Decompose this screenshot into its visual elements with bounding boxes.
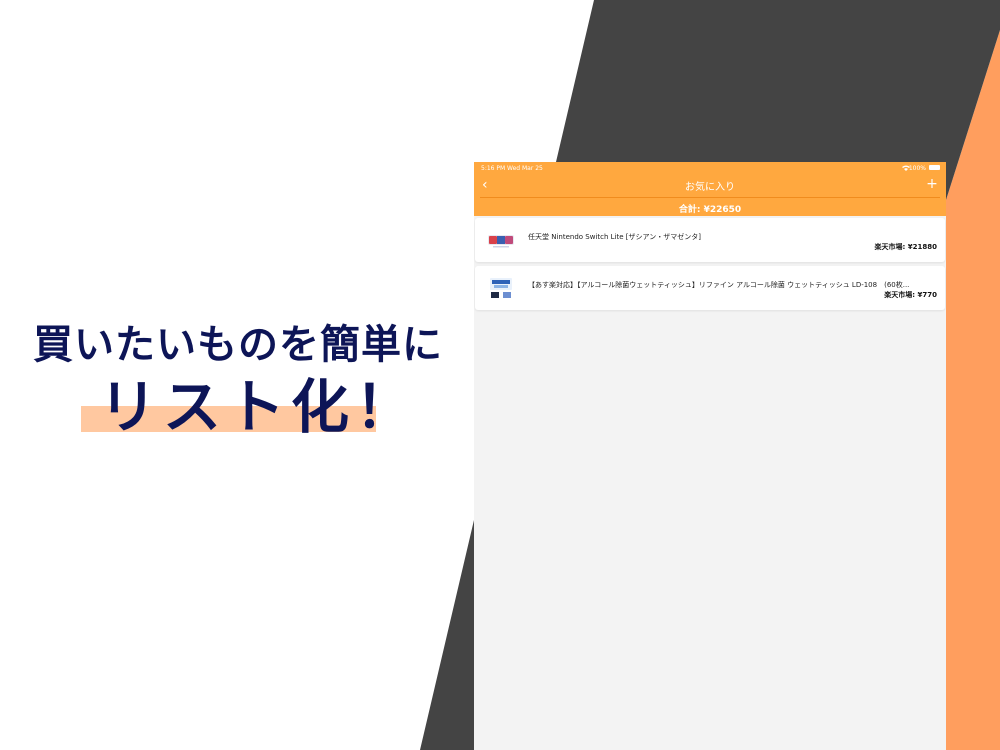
- title-row: ‹ お気に入り +: [474, 174, 946, 196]
- status-bar: 5:16 PM Wed Mar 25 100%: [474, 162, 946, 174]
- list-item[interactable]: 任天堂 Nintendo Switch Lite [ザシアン・ザマゼンタ] 楽天…: [475, 218, 945, 262]
- navbar-divider: [480, 197, 940, 198]
- plus-icon: +: [926, 176, 938, 192]
- headline-line2: リスト化！: [99, 373, 420, 441]
- item-price: 楽天市場: ¥21880: [874, 243, 937, 251]
- total-label: 合計: ¥22650: [678, 205, 742, 215]
- add-button[interactable]: +: [924, 175, 940, 193]
- item-title: 任天堂 Nintendo Switch Lite [ザシアン・ザマゼンタ]: [528, 233, 701, 241]
- battery-icon: [929, 165, 940, 170]
- status-time: 5:16 PM: [481, 165, 506, 172]
- wet-tissue-thumbnail: [485, 274, 517, 302]
- status-date: Wed Mar 25: [507, 165, 543, 172]
- item-title: 【あす楽対応】【アルコール除菌ウェットティッシュ】リファイン アルコール除菌 ウ…: [528, 281, 910, 289]
- navigation-bar: 5:16 PM Wed Mar 25 100% ‹ お気に入り + 合計: ¥2…: [474, 162, 946, 216]
- battery-percent: 100%: [908, 165, 926, 172]
- page-title: お気に入り: [685, 182, 735, 193]
- headline-line1: 買いたいものを簡単に: [33, 322, 443, 368]
- list-item[interactable]: 【あす楽対応】【アルコール除菌ウェットティッシュ】リファイン アルコール除菌 ウ…: [475, 266, 945, 310]
- game-console-thumbnail: [485, 226, 517, 254]
- tablet-screen: 5:16 PM Wed Mar 25 100% ‹ お気に入り + 合計: ¥2…: [474, 162, 946, 750]
- headline-line2-wrap: リスト化！: [81, 378, 419, 436]
- item-price: 楽天市場: ¥770: [884, 291, 937, 299]
